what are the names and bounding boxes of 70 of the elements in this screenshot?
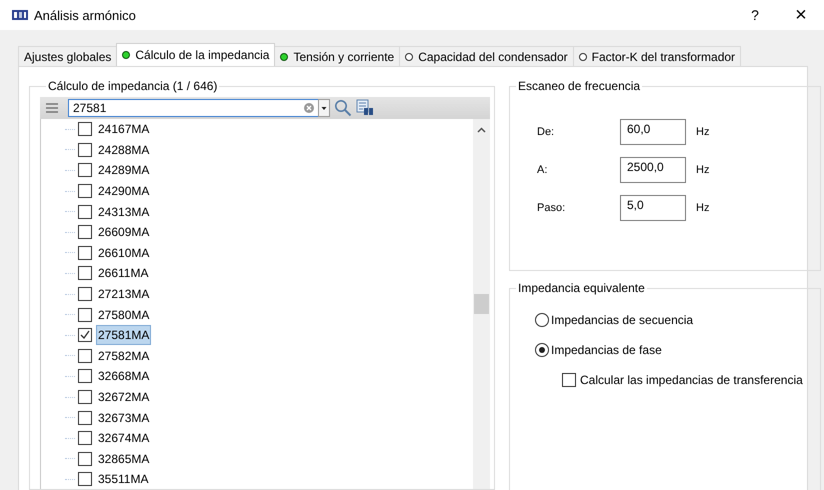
input-field[interactable]: 60,0 [620, 119, 686, 145]
tree-item[interactable]: 24167MA [96, 119, 152, 140]
tab[interactable]: Tensión y corriente [274, 46, 400, 66]
field-label: De: [537, 126, 556, 138]
checkbox[interactable] [78, 287, 92, 302]
help-button[interactable]: ? [732, 0, 778, 30]
checkbox[interactable] [78, 204, 92, 219]
checkbox[interactable] [78, 266, 92, 280]
unit-label: Hz [696, 126, 710, 138]
field-label: Paso: [537, 202, 566, 214]
window-title: Análisis armónico [34, 8, 136, 22]
checkbox[interactable] [78, 328, 92, 342]
search-field[interactable]: 27581 [68, 99, 330, 117]
checkbox-label[interactable]: Calcular las impedancias de transferencia [580, 373, 803, 387]
tree-item[interactable]: 26609MA [96, 222, 152, 242]
tree-item[interactable]: 24313MA [96, 202, 152, 222]
radio-button[interactable] [535, 313, 549, 327]
checkbox[interactable] [78, 184, 92, 198]
tree-item[interactable]: 27580MA [96, 304, 152, 325]
tree-item[interactable]: 27213MA [96, 284, 152, 304]
checkbox[interactable] [78, 452, 92, 466]
menu-icon[interactable] [46, 103, 58, 113]
unit-label: Hz [696, 202, 710, 214]
tab[interactable]: Capacidad del condensador [399, 46, 574, 66]
checkbox[interactable] [78, 348, 92, 363]
tree-item[interactable]: 32674MA [96, 428, 152, 448]
tree-item[interactable]: 27581MA [96, 325, 152, 346]
checkbox[interactable] [78, 163, 92, 178]
tab[interactable]: Ajustes globales [18, 46, 118, 66]
group-title: Impedancia equivalente [517, 281, 646, 295]
tree-item[interactable]: 26610MA [96, 242, 152, 263]
group-title: Cálculo de impedancia (1 / 646) [47, 79, 218, 93]
tab[interactable]: Factor-K del transformador [572, 46, 742, 66]
close-button[interactable]: × [778, 0, 824, 30]
scrollbar[interactable] [473, 119, 490, 489]
checkbox[interactable] [78, 431, 92, 446]
tree-item[interactable]: 24290MA [96, 181, 152, 202]
checkbox[interactable] [78, 472, 92, 486]
checkbox[interactable] [78, 308, 92, 322]
field-label: A: [537, 164, 548, 176]
tree-item[interactable]: 24289MA [96, 160, 152, 180]
tab[interactable]: Cálculo de la impedancia [116, 43, 276, 66]
checkbox[interactable] [78, 390, 92, 404]
tree-item[interactable]: 32673MA [96, 408, 152, 428]
tree-item[interactable]: 27582MA [96, 346, 152, 366]
checkbox[interactable] [78, 142, 92, 157]
checkbox[interactable] [78, 225, 92, 240]
unit-label: Hz [696, 164, 710, 176]
radio-label[interactable]: Impedancias de fase [551, 343, 662, 357]
app-logo-icon [12, 9, 28, 21]
tree-item[interactable]: 32672MA [96, 387, 152, 408]
checkbox[interactable] [562, 373, 576, 387]
input-field[interactable]: 5,0 [620, 195, 686, 221]
tree-item[interactable]: 32865MA [96, 448, 152, 469]
tree-item[interactable]: 26611MA [96, 263, 150, 284]
checkbox[interactable] [78, 410, 92, 425]
dropdown-icon[interactable] [318, 99, 330, 117]
radio-button[interactable] [535, 343, 549, 357]
checkbox[interactable] [78, 246, 92, 260]
checkbox[interactable] [78, 122, 92, 136]
tree-item[interactable]: 24288MA [96, 140, 152, 160]
radio-label[interactable]: Impedancias de secuencia [551, 313, 694, 327]
scroll-thumb[interactable] [474, 294, 489, 314]
tree-item[interactable]: 32668MA [96, 366, 152, 386]
group-title: Escaneo de frecuencia [517, 79, 642, 93]
checkbox[interactable] [78, 369, 92, 384]
tree-item[interactable]: 35511MA [96, 469, 150, 489]
scroll-up-icon[interactable] [477, 127, 486, 133]
input-field[interactable]: 2500,0 [620, 157, 686, 183]
clear-icon[interactable] [304, 103, 314, 113]
